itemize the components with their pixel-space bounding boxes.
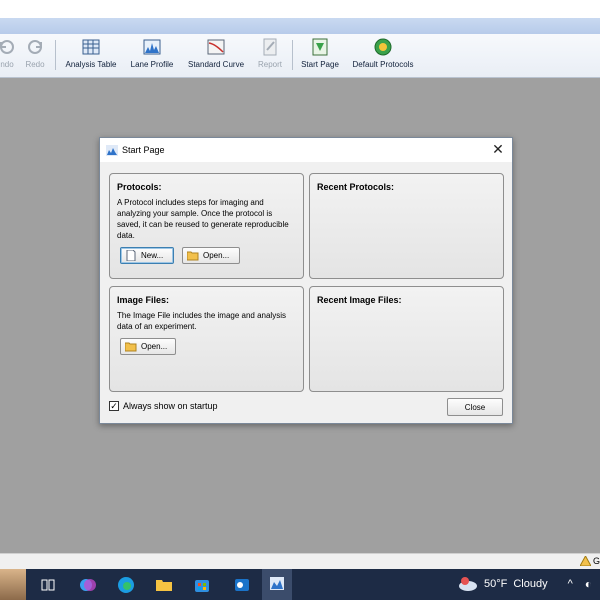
file-explorer-icon[interactable] [154, 575, 174, 595]
cloud-icon [459, 577, 477, 591]
tray-app-icon[interactable]: ◐ [585, 577, 592, 591]
open-protocol-label: Open... [203, 251, 230, 260]
new-protocol-button[interactable]: New... [120, 247, 174, 264]
folder-icon [187, 251, 199, 261]
task-view-icon[interactable] [38, 575, 58, 595]
new-file-icon [126, 250, 136, 261]
image-files-description: The Image File includes the image and an… [117, 311, 286, 331]
recent-protocols-panel: Recent Protocols: [309, 173, 504, 279]
weather-temperature: 50°F [484, 578, 508, 590]
dialog-title-bar: Start Page ✕ [100, 138, 512, 162]
standard-curve-icon [207, 38, 225, 56]
folder-icon [125, 342, 137, 352]
protocols-description: A Protocol includes steps for imaging an… [117, 198, 289, 240]
status-warning[interactable]: G [579, 556, 600, 566]
report-label: Report [257, 60, 282, 69]
toolbar-separator [292, 40, 293, 70]
report-icon [261, 38, 279, 56]
title-band [0, 18, 600, 34]
undo-label: ndo [0, 60, 14, 69]
default-protocols-button[interactable]: Default Protocols [350, 36, 416, 74]
avatar[interactable] [0, 569, 26, 600]
tray-chevron-icon[interactable]: ^ [568, 578, 573, 590]
start-page-button[interactable]: Start Page [298, 36, 342, 74]
analysis-table-button[interactable]: Analysis Table [62, 36, 120, 74]
start-page-icon [106, 145, 118, 156]
image-files-heading: Image Files: [117, 295, 170, 305]
undo-button[interactable]: ndo [0, 36, 18, 74]
default-protocols-icon [374, 38, 392, 56]
standard-curve-label: Standard Curve [187, 60, 245, 69]
start-page-icon [311, 38, 329, 56]
recent-protocols-heading: Recent Protocols: [317, 182, 395, 192]
window-top-strip [0, 0, 600, 18]
table-icon [82, 38, 100, 56]
open-image-file-button[interactable]: Open... [120, 338, 176, 355]
outlook-icon[interactable] [232, 575, 252, 595]
report-button[interactable]: Report [255, 36, 285, 74]
always-show-checkbox[interactable]: ✓ [109, 401, 119, 411]
open-image-file-label: Open... [141, 342, 168, 351]
recent-image-files-heading: Recent Image Files: [317, 295, 402, 305]
protocols-heading: Protocols: [117, 182, 162, 192]
default-protocols-label: Default Protocols [352, 60, 414, 69]
always-show-label: Always show on startup [123, 401, 218, 411]
active-app-icon[interactable] [262, 569, 292, 600]
start-page-dialog: Start Page ✕ Protocols: A Protocol inclu… [99, 137, 513, 424]
edge-browser-icon[interactable] [116, 575, 136, 595]
standard-curve-button[interactable]: Standard Curve [184, 36, 248, 74]
store-icon[interactable] [192, 575, 212, 595]
lane-profile-label: Lane Profile [130, 60, 174, 69]
always-show-option[interactable]: ✓ Always show on startup [109, 401, 218, 411]
taskbar: 50°F Cloudy ^ ◐ [0, 569, 600, 600]
image-files-panel: Image Files: The Image File includes the… [109, 286, 304, 392]
weather-condition: Cloudy [513, 578, 548, 590]
lane-profile-icon [143, 38, 161, 56]
analysis-table-label: Analysis Table [65, 60, 117, 69]
warning-icon [579, 556, 591, 566]
copilot-icon[interactable] [78, 575, 98, 595]
recent-image-files-panel: Recent Image Files: [309, 286, 504, 392]
open-protocol-button[interactable]: Open... [182, 247, 240, 264]
new-protocol-label: New... [141, 251, 164, 260]
dialog-title: Start Page [122, 145, 165, 155]
lane-profile-button[interactable]: Lane Profile [127, 36, 177, 74]
undo-icon [0, 38, 16, 56]
redo-icon [26, 38, 44, 56]
main-toolbar: ndo Redo Analysis Table Lane Profile Sta… [0, 34, 600, 78]
redo-button[interactable]: Redo [23, 36, 47, 74]
start-page-label: Start Page [301, 60, 339, 69]
close-icon[interactable]: ✕ [490, 141, 506, 157]
close-button[interactable]: Close [447, 398, 503, 416]
protocols-panel: Protocols: A Protocol includes steps for… [109, 173, 304, 279]
status-bar: G [0, 553, 600, 569]
redo-label: Redo [25, 60, 45, 69]
toolbar-separator [55, 40, 56, 70]
status-warning-text: G [592, 556, 600, 566]
weather-widget[interactable]: 50°F Cloudy ^ ◐ [458, 576, 592, 592]
